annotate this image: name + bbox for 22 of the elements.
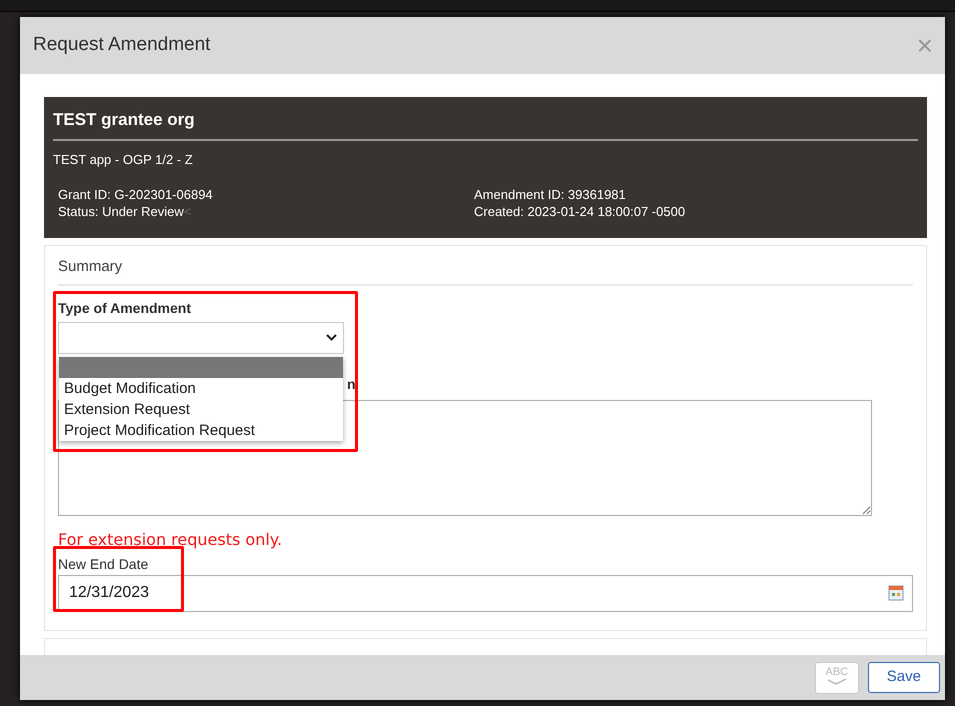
check-icon [826,678,848,686]
field-label: n [347,374,357,394]
dropdown-option[interactable]: Project Modification Request [59,420,343,441]
status-mark: < [184,204,192,219]
application-name: TEST app - OGP 1/2 - Z [53,150,194,169]
calendar-icon[interactable] [888,585,904,601]
grant-id: Grant ID: G-202301-06894 [58,186,214,203]
chevron-down-icon [326,334,337,341]
amendment-id: Amendment ID: 39361981 [474,186,627,203]
status-text: Status: Under Review [58,204,184,219]
organization-name: TEST grantee org [53,107,918,140]
save-button[interactable]: Save [868,662,940,693]
created-date: Created: 2023-01-24 18:00:07 -0500 [474,203,686,220]
annotation-note: For extension requests only. [58,528,284,550]
dropdown-option[interactable]: Extension Request [59,399,343,420]
field-label: Type of Amendment [58,298,192,318]
type-select[interactable] [58,322,344,354]
field-label: New End Date [58,554,150,574]
dropdown-option[interactable]: Budget Modification [59,378,343,399]
date-field[interactable]: 12/31/2023 [58,574,913,612]
section-heading: Summary [58,256,913,286]
dialog-title: Request Amendment [33,33,210,58]
